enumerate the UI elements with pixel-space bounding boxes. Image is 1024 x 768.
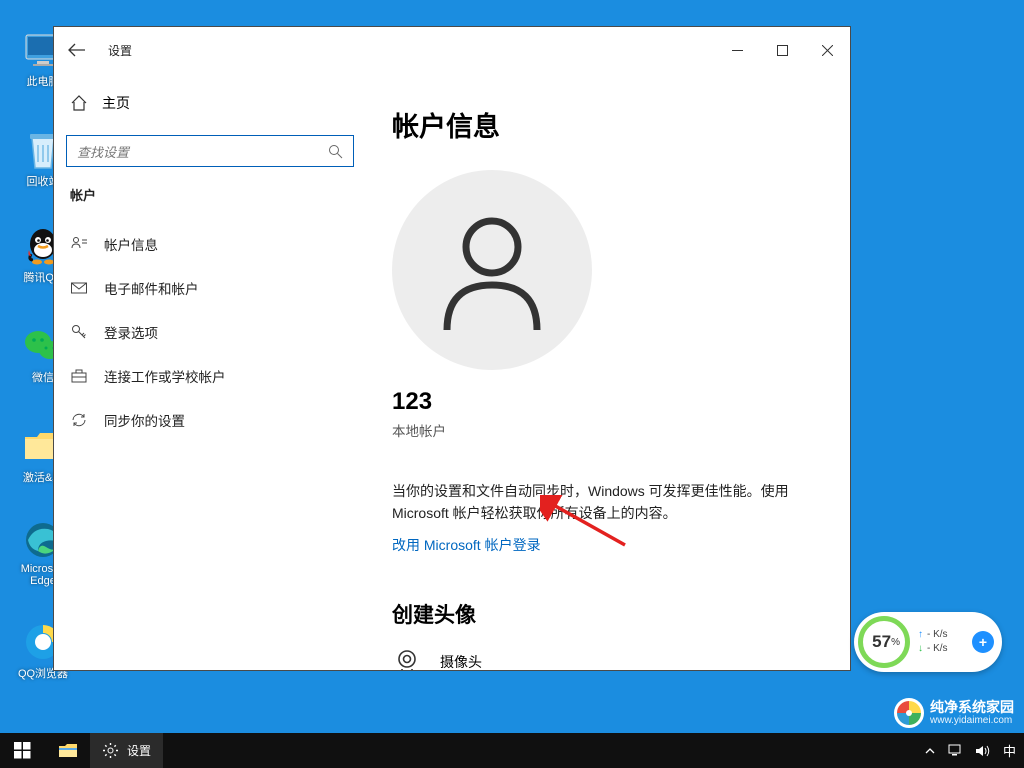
- taskbar-app-label: 设置: [127, 742, 151, 759]
- plus-button[interactable]: +: [972, 631, 994, 653]
- tray-chevron-up-icon[interactable]: [924, 745, 936, 757]
- key-icon: [70, 323, 88, 341]
- camera-label: 摄像头: [440, 652, 482, 670]
- page-heading: 帐户信息: [392, 105, 822, 144]
- system-tray: 中: [924, 741, 1024, 760]
- window-title: 设置: [108, 42, 132, 59]
- nav-sync-settings[interactable]: 同步你的设置: [66, 398, 352, 442]
- titlebar: 设置: [54, 27, 850, 73]
- tray-ime[interactable]: 中: [1003, 741, 1016, 760]
- username: 123: [392, 388, 822, 416]
- sync-icon: [70, 411, 88, 429]
- speeds: ↑- K/s ↓- K/s: [918, 628, 972, 656]
- close-button[interactable]: [805, 35, 850, 65]
- watermark-url: www.yidaimei.com: [930, 715, 1014, 726]
- search-placeholder: 查找设置: [77, 142, 129, 161]
- mail-icon: [70, 279, 88, 297]
- start-button[interactable]: [0, 733, 45, 768]
- briefcase-icon: [70, 367, 88, 385]
- search-input[interactable]: 查找设置: [66, 135, 354, 167]
- tray-volume-icon[interactable]: [975, 744, 991, 758]
- nav-work-school[interactable]: 连接工作或学校帐户: [66, 354, 352, 398]
- nav-label: 登录选项: [104, 322, 158, 342]
- search-icon: [328, 144, 343, 159]
- nav-account-info[interactable]: 帐户信息: [66, 222, 352, 266]
- avatar: [392, 170, 592, 370]
- account-type: 本地帐户: [392, 420, 822, 440]
- nav-label: 连接工作或学校帐户: [104, 366, 226, 386]
- microsoft-signin-link[interactable]: 改用 Microsoft 帐户登录: [392, 535, 541, 555]
- watermark: 纯净系统家园 www.yidaimei.com: [894, 698, 1014, 728]
- camera-icon: [392, 647, 422, 670]
- percent-ring: 57%: [858, 616, 910, 668]
- gear-icon: [102, 742, 119, 759]
- main-content: 帐户信息 123 本地帐户 当你的设置和文件自动同步时，Windows 可发挥更…: [364, 73, 850, 670]
- taskbar-app-settings[interactable]: 设置: [90, 733, 163, 768]
- settings-window: 设置 主页 查找设置 帐户 帐户信息: [53, 26, 851, 671]
- home-label: 主页: [102, 93, 130, 113]
- watermark-logo-icon: [894, 698, 924, 728]
- desktop-icon-label: 微信: [32, 369, 54, 385]
- windows-icon: [14, 742, 31, 759]
- nav-signin-options[interactable]: 登录选项: [66, 310, 352, 354]
- nav-email-accounts[interactable]: 电子邮件和帐户: [66, 266, 352, 310]
- folder-icon: [58, 742, 78, 759]
- create-avatar-heading: 创建头像: [392, 599, 822, 629]
- home-button[interactable]: 主页: [66, 83, 352, 123]
- account-description: 当你的设置和文件自动同步时，Windows 可发挥更佳性能。使用 Microso…: [392, 480, 812, 525]
- person-badge-icon: [70, 235, 88, 253]
- taskbar: 设置 中: [0, 733, 1024, 768]
- minimize-button[interactable]: [715, 35, 760, 65]
- sidebar: 主页 查找设置 帐户 帐户信息 电子邮件和帐户 登录选项: [54, 73, 364, 670]
- taskbar-explorer[interactable]: [45, 733, 90, 768]
- person-icon: [427, 205, 557, 335]
- maximize-button[interactable]: [760, 35, 805, 65]
- network-widget[interactable]: 57% ↑- K/s ↓- K/s +: [854, 612, 1002, 672]
- tray-network-icon[interactable]: [948, 744, 963, 757]
- up-arrow-icon: ↑: [918, 628, 923, 642]
- home-icon: [70, 94, 88, 112]
- nav-label: 电子邮件和帐户: [104, 278, 199, 298]
- camera-option[interactable]: 摄像头: [392, 647, 822, 670]
- nav-label: 同步你的设置: [104, 410, 185, 430]
- nav-label: 帐户信息: [104, 234, 158, 254]
- watermark-title: 纯净系统家园: [930, 700, 1014, 715]
- down-arrow-icon: ↓: [918, 642, 923, 656]
- section-label: 帐户: [70, 185, 352, 204]
- back-button[interactable]: [54, 27, 100, 73]
